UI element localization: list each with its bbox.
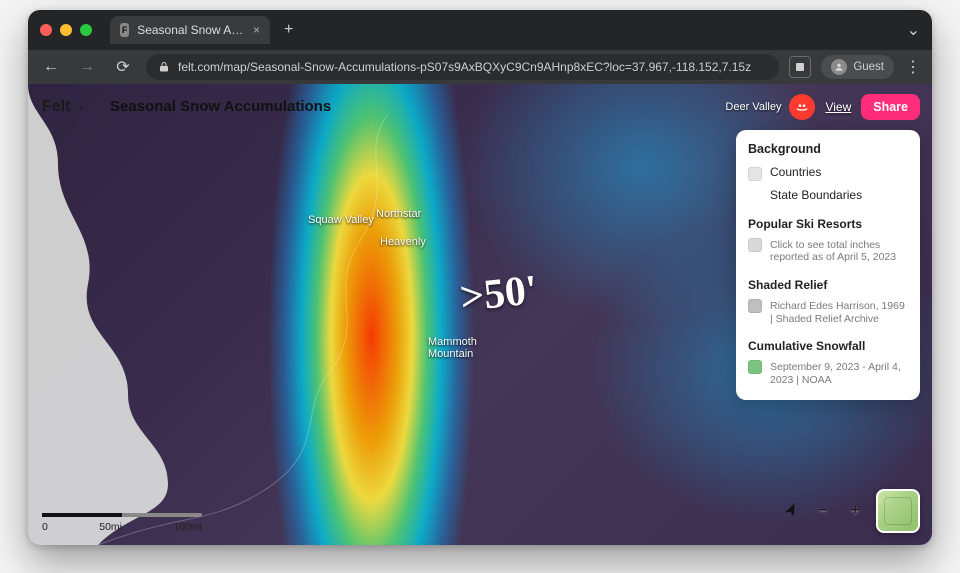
tab-favicon: F [120, 23, 129, 37]
top-right-controls: Deer Valley View Share [725, 94, 920, 120]
brand-menu-caret[interactable]: ⌄ [76, 102, 84, 113]
browser-menu-button[interactable]: ⋮ [904, 57, 922, 77]
layer-snow-title[interactable]: Cumulative Snowfall [748, 339, 908, 353]
close-tab-button[interactable]: × [253, 23, 260, 37]
url-text: felt.com/map/Seasonal-Snow-Accumulations… [178, 60, 751, 74]
window-controls [40, 24, 92, 36]
layer-sub: Click to see total inches reported as of… [770, 239, 908, 264]
crab-icon [794, 99, 810, 115]
minimize-window-button[interactable] [60, 24, 72, 36]
share-button[interactable]: Share [861, 94, 920, 120]
zoom-window-button[interactable] [80, 24, 92, 36]
window-menu-caret[interactable]: ⌄ [907, 20, 920, 40]
map-label-mammoth-1[interactable]: Mammoth [428, 336, 477, 348]
layer-ski-title[interactable]: Popular Ski Resorts [748, 217, 908, 231]
profile-button[interactable]: Guest [821, 55, 894, 79]
close-window-button[interactable] [40, 24, 52, 36]
lock-icon [158, 61, 170, 73]
browser-window: F Seasonal Snow Accumulations × + ⌄ ← → … [28, 10, 932, 545]
ski-swatch [748, 238, 762, 252]
countries-swatch [748, 167, 762, 181]
layer-snow[interactable]: September 9, 2023 - April 4, 2023 | NOAA [748, 355, 908, 390]
zoom-in-button[interactable]: + [844, 500, 866, 522]
annotation-50ft: >50' [458, 266, 540, 322]
layer-state-boundaries[interactable]: State Boundaries [748, 185, 908, 207]
address-bar[interactable]: felt.com/map/Seasonal-Snow-Accumulations… [146, 54, 779, 80]
relief-swatch [748, 299, 762, 313]
map-label-northstar[interactable]: Northstar [376, 208, 421, 220]
forward-button[interactable]: → [74, 54, 100, 80]
view-link[interactable]: View [825, 100, 851, 114]
layer-label: State Boundaries [770, 189, 862, 203]
back-button[interactable]: ← [38, 54, 64, 80]
layers-background-heading: Background [748, 142, 908, 156]
layer-countries[interactable]: Countries [748, 162, 908, 185]
brand-wordmark: Felt [42, 98, 70, 116]
user-icon [831, 59, 847, 75]
scale-tick-0: 0 [42, 521, 48, 533]
titlebar: F Seasonal Snow Accumulations × + ⌄ [28, 10, 932, 50]
browser-tab[interactable]: F Seasonal Snow Accumulations × [110, 16, 270, 44]
tab-title: Seasonal Snow Accumulations [137, 23, 245, 37]
layer-ski[interactable]: Click to see total inches reported as of… [748, 233, 908, 268]
location-arrow-icon [781, 501, 802, 522]
map-label-heavenly[interactable]: Heavenly [380, 236, 426, 248]
minimap-button[interactable] [876, 489, 920, 533]
scale-tick-2: 100mi [173, 521, 202, 533]
layer-relief-title[interactable]: Shaded Relief [748, 278, 908, 292]
layers-panel: Background Countries State Boundaries Po… [736, 130, 920, 400]
new-tab-button[interactable]: + [278, 21, 299, 39]
snow-swatch [748, 360, 762, 374]
zoom-out-button[interactable]: − [812, 500, 834, 522]
reload-button[interactable]: ⟳ [110, 54, 136, 80]
avatar[interactable] [789, 94, 815, 120]
map-label-mammoth-2[interactable]: Mountain [428, 348, 473, 360]
url-bar: ← → ⟳ felt.com/map/Seasonal-Snow-Accumul… [28, 50, 932, 84]
scale-tick-1: 50mi [99, 521, 122, 533]
locate-button[interactable] [777, 497, 805, 525]
page-title: Seasonal Snow Accumulations [110, 98, 331, 115]
layer-sub: September 9, 2023 - April 4, 2023 | NOAA [770, 361, 908, 386]
brand[interactable]: Felt ⌄ [42, 98, 85, 116]
extensions-icon[interactable] [789, 56, 811, 78]
scale-bar: 0 50mi 100mi [42, 513, 202, 533]
layer-sub: Richard Edes Harrison, 1969 | Shaded Rel… [770, 300, 908, 325]
layer-relief[interactable]: Richard Edes Harrison, 1969 | Shaded Rel… [748, 294, 908, 329]
profile-label: Guest [853, 61, 884, 73]
map-bottom-right-controls: − + [780, 489, 920, 533]
map-viewport[interactable]: Squaw Valley Northstar Heavenly Mammoth … [28, 84, 932, 545]
layer-label: Countries [770, 166, 821, 180]
map-label-deer-valley[interactable]: Deer Valley [725, 101, 781, 113]
map-label-squaw[interactable]: Squaw Valley [308, 214, 374, 226]
